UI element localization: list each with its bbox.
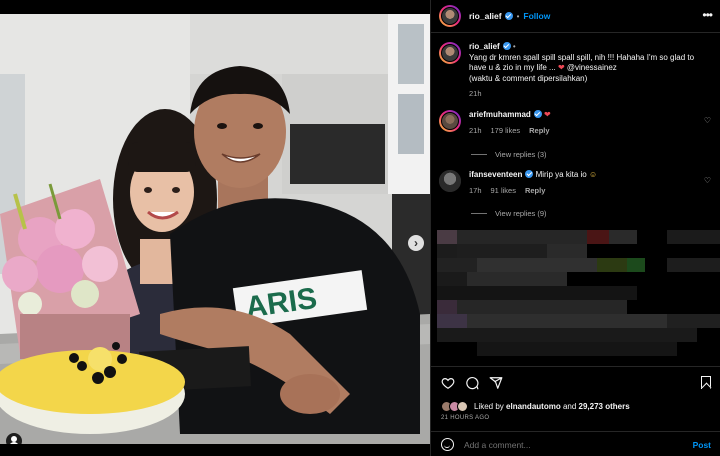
comment-likes[interactable]: 179 likes	[491, 126, 521, 137]
caption-avatar[interactable]	[439, 42, 461, 64]
photo-illustration: ARIS	[0, 14, 430, 444]
comment-item: ifanseventeen Mirip ya kita io ☺ 17h 91 …	[439, 170, 715, 196]
likes-middle: and	[562, 402, 577, 411]
comment-text: Mirip ya kita io	[535, 170, 587, 179]
comment-like-heart-icon[interactable]: ♡	[704, 176, 711, 185]
post-timestamp: 21 HOURS AGO	[441, 415, 490, 421]
heart-icon[interactable]	[441, 376, 455, 390]
comment-username[interactable]: ariefmuhammad	[469, 110, 531, 119]
comment-time: 21h	[469, 125, 482, 135]
comment-likes[interactable]: 91 likes	[491, 186, 516, 197]
post-actions: Liked by elnandautomo and 29,273 others …	[431, 366, 720, 456]
separator-bullet: •	[516, 11, 520, 21]
bottom-bar	[0, 444, 430, 456]
comment-icon[interactable]	[465, 376, 479, 390]
comment-item: ariefmuhammad ❤ 21h 179 likes Reply ♡	[439, 110, 715, 136]
emoji-icon[interactable]	[441, 438, 454, 451]
grinning-emoji-icon: ☺	[588, 170, 598, 179]
author-avatar[interactable]	[439, 5, 461, 27]
pixelated-comments-area	[437, 230, 720, 358]
red-heart-emoji-icon: ❤	[544, 110, 551, 119]
likes-user[interactable]: elnandautomo	[506, 402, 561, 411]
red-heart-emoji-icon: ❤	[557, 63, 565, 72]
comment-input[interactable]	[464, 439, 693, 450]
comment-time: 17h	[469, 185, 482, 195]
share-icon[interactable]	[489, 376, 503, 390]
comment-avatar[interactable]	[439, 110, 461, 132]
more-horizontal-icon[interactable]: •••	[702, 9, 713, 21]
follow-button[interactable]: Follow	[523, 11, 550, 21]
view-replies-button[interactable]: View replies (3)	[471, 150, 547, 159]
add-comment-bar: Post	[431, 431, 720, 456]
likes-count[interactable]: 29,273 others	[579, 402, 630, 411]
post-button[interactable]: Post	[693, 440, 711, 450]
tagged-users-icon[interactable]	[6, 433, 22, 444]
post-photo[interactable]: ARIS ›	[0, 14, 430, 444]
caption-username[interactable]: rio_alief	[469, 42, 500, 51]
verified-badge-icon	[502, 42, 511, 50]
comment-username[interactable]: ifanseventeen	[469, 170, 522, 179]
likes-summary[interactable]: Liked by elnandautomo and 29,273 others	[441, 401, 630, 412]
reply-button[interactable]: Reply	[525, 186, 545, 197]
caption-time: 21h	[469, 89, 482, 98]
view-replies-button[interactable]: View replies (9)	[471, 209, 547, 218]
caption: rio_alief • Yang dr kmren spall spill sp…	[439, 42, 715, 100]
caption-mention[interactable]: @vinessainez	[567, 63, 617, 72]
author-username[interactable]: rio_alief	[469, 11, 502, 21]
comment-avatar[interactable]	[439, 170, 461, 192]
comments-list[interactable]: rio_alief • Yang dr kmren spall spill sp…	[431, 34, 720, 364]
next-image-button[interactable]: ›	[408, 235, 424, 251]
bookmark-icon[interactable]	[701, 376, 711, 389]
liker-avatars	[441, 401, 468, 412]
post-header: rio_alief • Follow •••	[431, 0, 720, 33]
verified-badge-icon	[504, 12, 513, 20]
caption-bullet: •	[512, 42, 516, 51]
verified-badge-icon	[533, 110, 542, 118]
reply-button[interactable]: Reply	[529, 126, 549, 137]
likes-prefix: Liked by	[474, 402, 504, 411]
comment-like-heart-icon[interactable]: ♡	[704, 116, 711, 125]
verified-badge-icon	[525, 170, 534, 178]
post-side-panel: rio_alief • Follow ••• rio_alief • Yang …	[430, 0, 720, 456]
caption-line2: (waktu & comment dipersilahkan)	[469, 73, 588, 83]
